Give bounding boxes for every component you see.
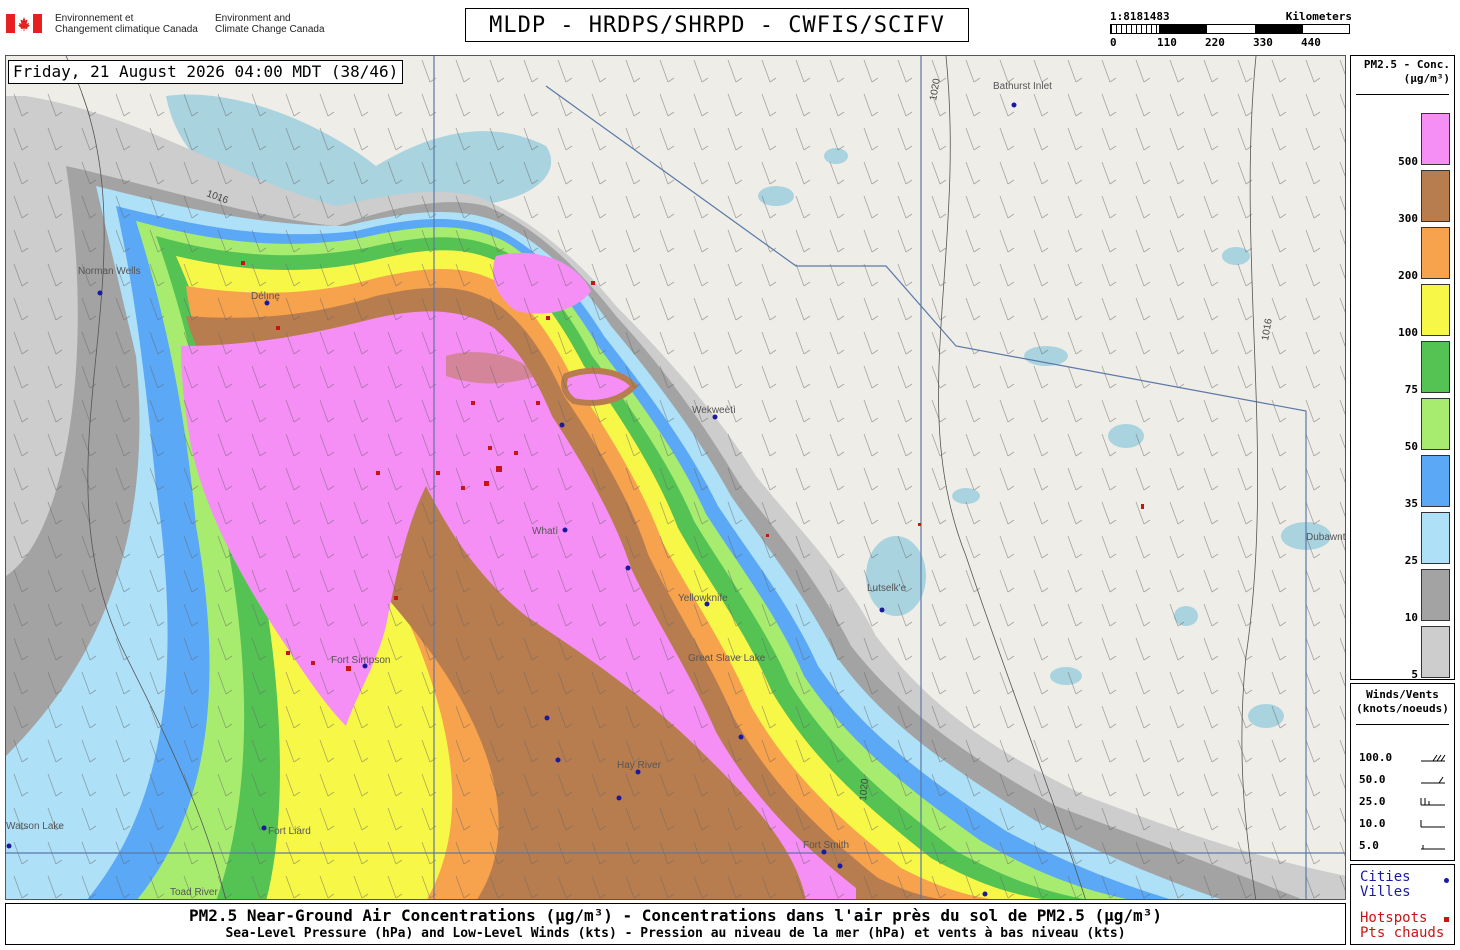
wind-row: 25.0 xyxy=(1359,795,1445,808)
legend-value: 25 xyxy=(1404,554,1418,567)
department-name-fr: Environnement et Changement climatique Ca… xyxy=(55,13,198,35)
scale-bar xyxy=(1110,24,1350,34)
wind-barb-icon xyxy=(1421,754,1446,762)
legend-value: 10 xyxy=(1404,611,1418,624)
scale-tick: 220 xyxy=(1205,36,1225,49)
map-header: Environnement et Changement climatique Ca… xyxy=(0,0,1460,54)
legend-swatch xyxy=(1421,626,1450,678)
model-title: MLDP - HRDPS/SHRPD - CWFIS/SCIFV xyxy=(465,8,969,42)
wind-barb-icon xyxy=(1421,776,1445,784)
wind-row: 10.0 xyxy=(1359,817,1445,830)
department-name-en: Environment and Climate Change Canada xyxy=(215,13,325,35)
scale-tick: 0 xyxy=(1110,36,1117,49)
footer-subtitle: Sea-Level Pressure (hPa) and Low-Level W… xyxy=(225,926,1126,941)
place-label: Yellowknife xyxy=(678,593,728,604)
legend-swatch xyxy=(1421,455,1450,507)
smoke-concentration-map[interactable]: Bathurst Inlet Norman Wells Délı̨nę Wekw… xyxy=(5,55,1346,900)
legend-swatch xyxy=(1421,284,1450,336)
place-label: Fort Smith xyxy=(803,840,849,851)
place-label: Dubawnt Lake xyxy=(1306,532,1346,543)
legend-swatch xyxy=(1421,227,1450,279)
cities-key: Cities Villes xyxy=(1360,869,1411,900)
wind-barb-icon xyxy=(1420,798,1445,806)
footer-title: PM2.5 Near-Ground Air Concentrations (μg… xyxy=(189,906,1162,925)
scale-unit: Kilometers xyxy=(1285,10,1352,23)
place-label: Whatì xyxy=(532,526,558,537)
legend-value: 75 xyxy=(1404,383,1418,396)
hotspots-key: Hotspots Pts chauds xyxy=(1360,910,1445,941)
wind-barbs-layer xyxy=(6,56,1345,899)
wind-row: 50.0 xyxy=(1359,773,1445,786)
hotspot-square-icon xyxy=(1444,917,1449,922)
scale-bar-widget: 1:8181483 Kilometers 0 110 220 330 440 xyxy=(1110,10,1352,50)
legend-value: 300 xyxy=(1398,212,1418,225)
legend-swatch xyxy=(1421,569,1450,621)
isobar-label: 1020 xyxy=(858,778,871,802)
scale-tick: 330 xyxy=(1253,36,1273,49)
place-label: Bathurst Inlet xyxy=(993,81,1052,92)
scale-tick: 440 xyxy=(1301,36,1321,49)
wind-barb-icon xyxy=(1421,845,1445,850)
place-label: Watson Lake xyxy=(6,821,64,832)
wind-legend: Winds/Vents (knots/noeuds) 100.0 50.0 25.… xyxy=(1350,683,1455,861)
legend-swatch xyxy=(1421,398,1450,450)
place-label: Great Slave Lake xyxy=(688,653,766,664)
legend-title: PM2.5 - Conc. (μg/m³) xyxy=(1363,58,1450,85)
place-label: Norman Wells xyxy=(78,266,141,277)
place-label: Toad River xyxy=(170,887,218,898)
place-label: Wekweètì xyxy=(692,405,736,416)
map-footer: PM2.5 Near-Ground Air Concentrations (μg… xyxy=(5,903,1346,945)
wind-legend-title: Winds/Vents (knots/noeuds) xyxy=(1356,688,1449,715)
wind-row: 5.0 xyxy=(1359,839,1445,852)
scale-tick: 110 xyxy=(1157,36,1177,49)
place-label: Fort Liard xyxy=(268,826,311,837)
legend-swatch xyxy=(1421,113,1450,165)
place-label: Fort Simpson xyxy=(331,655,390,666)
place-label: Délı̨nę xyxy=(251,291,280,302)
legend-swatch xyxy=(1421,170,1450,222)
legend-divider xyxy=(1356,94,1449,95)
legend-swatch xyxy=(1421,512,1450,564)
pm25-legend: PM2.5 - Conc. (μg/m³) 500 300 200 100 75 50 35 2… xyxy=(1350,55,1455,681)
marker-key: Cities Villes Hotspots Pts chauds xyxy=(1350,864,1455,945)
city-dot-icon xyxy=(1444,878,1449,883)
wind-row: 100.0 xyxy=(1359,751,1446,764)
legend-value: 5 xyxy=(1411,668,1418,681)
legend-swatch xyxy=(1421,341,1450,393)
wind-legend-divider xyxy=(1356,724,1449,725)
wind-barb-icon xyxy=(1420,820,1445,828)
map-canvas: Bathurst Inlet Norman Wells Délı̨nę Wekw… xyxy=(6,56,1346,899)
legend-value: 50 xyxy=(1404,440,1418,453)
legend-value: 200 xyxy=(1398,269,1418,282)
forecast-time: Friday, 21 August 2026 04:00 MDT (38/46) xyxy=(8,60,404,84)
place-label: Lutselk'e xyxy=(867,583,907,594)
legend-value: 35 xyxy=(1404,497,1418,510)
scale-ratio: 1:8181483 xyxy=(1110,10,1170,23)
legend-value: 100 xyxy=(1398,326,1418,339)
place-label: Hay River xyxy=(617,760,662,771)
canada-flag-icon xyxy=(6,14,42,33)
legend-value: 500 xyxy=(1398,155,1418,168)
